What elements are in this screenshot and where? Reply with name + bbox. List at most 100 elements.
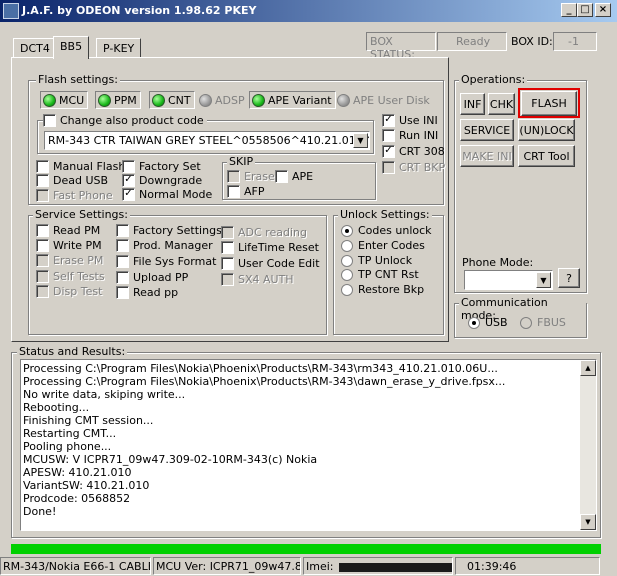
log-line: Pooling phone... [23,440,112,453]
box-status-label: BOX STATUS: [366,32,436,61]
make-ini-button: MAKE INI [460,145,514,167]
box-id-label: BOX ID: [511,35,553,48]
log-line: APESW: 410.21.010 [23,466,132,479]
unlock-button[interactable]: (UN)LOCK [518,119,575,141]
phone-mode-select[interactable]: ▼ [464,270,553,290]
led-adsp: ADSP [199,91,245,109]
write-pm-checkbox[interactable]: Write PM [36,239,102,252]
box-id-field: -1 [553,32,597,51]
scroll-up-icon[interactable]: ▲ [580,360,596,376]
radio-tp-cnt-rst[interactable]: TP CNT Rst [341,268,419,281]
maximize-button[interactable]: □ [577,3,593,17]
file-sys-format-checkbox[interactable]: File Sys Format [116,255,216,268]
close-button[interactable]: × [595,3,611,17]
product-code-select[interactable]: RM-343 CTR TAIWAN GREY STEEL^0558506^410… [44,131,370,150]
erase-pm-checkbox: Erase PM [36,254,103,267]
led-off-icon [199,93,212,107]
chk-button[interactable]: CHK [488,93,515,115]
chevron-down-icon[interactable]: ▼ [353,133,368,148]
tab-bb5[interactable]: BB5 [53,36,90,59]
radio-fbus: FBUS [520,316,566,329]
imei-redacted [339,562,452,572]
led-cnt[interactable]: CNT [149,91,195,109]
led-on-icon [43,93,56,107]
flash-settings-title: Flash settings: [36,73,120,86]
upload-pp-checkbox[interactable]: Upload PP [116,271,188,284]
log-scrollbar[interactable]: ▲ ▼ [580,360,596,530]
skip-ape-checkbox[interactable]: APE [275,170,313,183]
log-line: Processing C:\Program Files\Nokia\Phoeni… [23,375,506,388]
skip-afp-checkbox[interactable]: AFP [227,185,265,198]
phone-mode-help-button[interactable]: ? [558,268,580,288]
imei-label: Imei: [306,560,334,573]
normal-mode-checkbox[interactable]: ✓ Normal Mode [122,188,212,201]
radio-usb[interactable]: USB [468,316,508,329]
radio-enter-codes[interactable]: Enter Codes [341,239,425,252]
crt-bkp-checkbox: CRT BKP [382,161,445,174]
dead-usb-checkbox[interactable]: Dead USB [36,174,108,187]
read-pm-checkbox[interactable]: Read PM [36,224,100,237]
prod-manager-checkbox[interactable]: Prod. Manager [116,239,213,252]
use-ini-checkbox[interactable]: ✓ Use INI [382,114,438,127]
radio-codes-unlock[interactable]: Codes unlock [341,224,432,237]
led-on-icon [152,93,165,107]
run-ini-checkbox[interactable]: Run INI [382,129,438,142]
tab-dct4[interactable]: DCT4 [13,38,57,58]
operations-title: Operations: [459,73,528,86]
log-line: Processing C:\Program Files\Nokia\Phoeni… [23,362,498,375]
scroll-down-icon[interactable]: ▼ [580,514,596,530]
product-code-value: RM-343 CTR TAIWAN GREY STEEL^0558506^410… [48,134,370,147]
radio-tp-unlock[interactable]: TP Unlock [341,254,412,267]
led-on-icon [98,93,111,107]
tab-pkey[interactable]: P-KEY [96,38,142,58]
status-time: 01:39:46 [455,557,600,575]
sx4-auth-checkbox: SX4 AUTH [221,273,294,286]
status-log[interactable]: Processing C:\Program Files\Nokia\Phoeni… [20,359,597,531]
manual-flash-checkbox[interactable]: Manual Flash [36,160,125,173]
title-bar[interactable]: J.A.F. by ODEON version 1.98.62 PKEY _ □… [0,0,617,22]
read-pp-checkbox[interactable]: Read pp [116,286,178,299]
app-icon [3,3,19,19]
log-line: Prodcode: 0568852 [23,492,131,505]
service-button[interactable]: SERVICE [460,119,514,141]
factory-settings-checkbox[interactable]: Factory Settings [116,224,222,237]
log-line: MCUSW: V ICPR71_09w47.309-02-10RM-343(c)… [23,453,318,466]
adc-reading-checkbox: ADC reading [221,226,307,239]
downgrade-checkbox[interactable]: ✓ Downgrade [122,174,202,187]
skip-erase-checkbox: Erase [227,170,275,183]
flash-button-highlight [518,88,580,118]
status-imei: Imei: [303,557,453,575]
box-status-value: Ready [437,32,507,51]
led-ppm[interactable]: PPM [95,91,141,109]
log-line: Restarting CMT... [23,427,117,440]
progress-bar [11,544,601,554]
inf-button[interactable]: INF [460,93,485,115]
fast-phone-checkbox: Fast Phone [36,189,113,202]
chevron-down-icon[interactable]: ▼ [536,272,551,288]
lifetime-reset-checkbox[interactable]: LifeTime Reset [221,241,319,254]
disp-test-checkbox: Disp Test [36,285,102,298]
window-title: J.A.F. by ODEON version 1.98.62 PKEY [22,4,257,17]
led-on-icon [252,93,265,107]
self-tests-checkbox: Self Tests [36,270,105,283]
user-code-edit-checkbox[interactable]: User Code Edit [221,257,320,270]
led-mcu[interactable]: MCU [40,91,89,109]
led-off-icon [337,93,350,107]
minimize-button[interactable]: _ [561,3,577,17]
crt-308-checkbox[interactable]: ✓ CRT 308 [382,145,445,158]
factory-set-checkbox[interactable]: Factory Set [122,160,201,173]
service-settings-title: Service Settings: [33,208,130,221]
log-line: Done! [23,505,57,518]
phone-mode-label: Phone Mode: [462,256,534,269]
log-line: No write data, skiping write... [23,388,186,401]
log-line: Finishing CMT session... [23,414,154,427]
status-phone-model: RM-343/Nokia E66-1 CABLE E66 [0,557,151,575]
led-ape-user-disk: APE User Disk [337,91,430,109]
led-ape-variant[interactable]: APE Variant [249,91,336,109]
unlock-settings-title: Unlock Settings: [338,208,432,221]
status-results-title: Status and Results: [17,345,128,358]
log-line: Rebooting... [23,401,90,414]
crt-tool-button[interactable]: CRT Tool [518,145,575,167]
radio-restore-bkp[interactable]: Restore Bkp [341,283,424,296]
change-product-code-checkbox[interactable]: Change also product code [43,114,207,127]
